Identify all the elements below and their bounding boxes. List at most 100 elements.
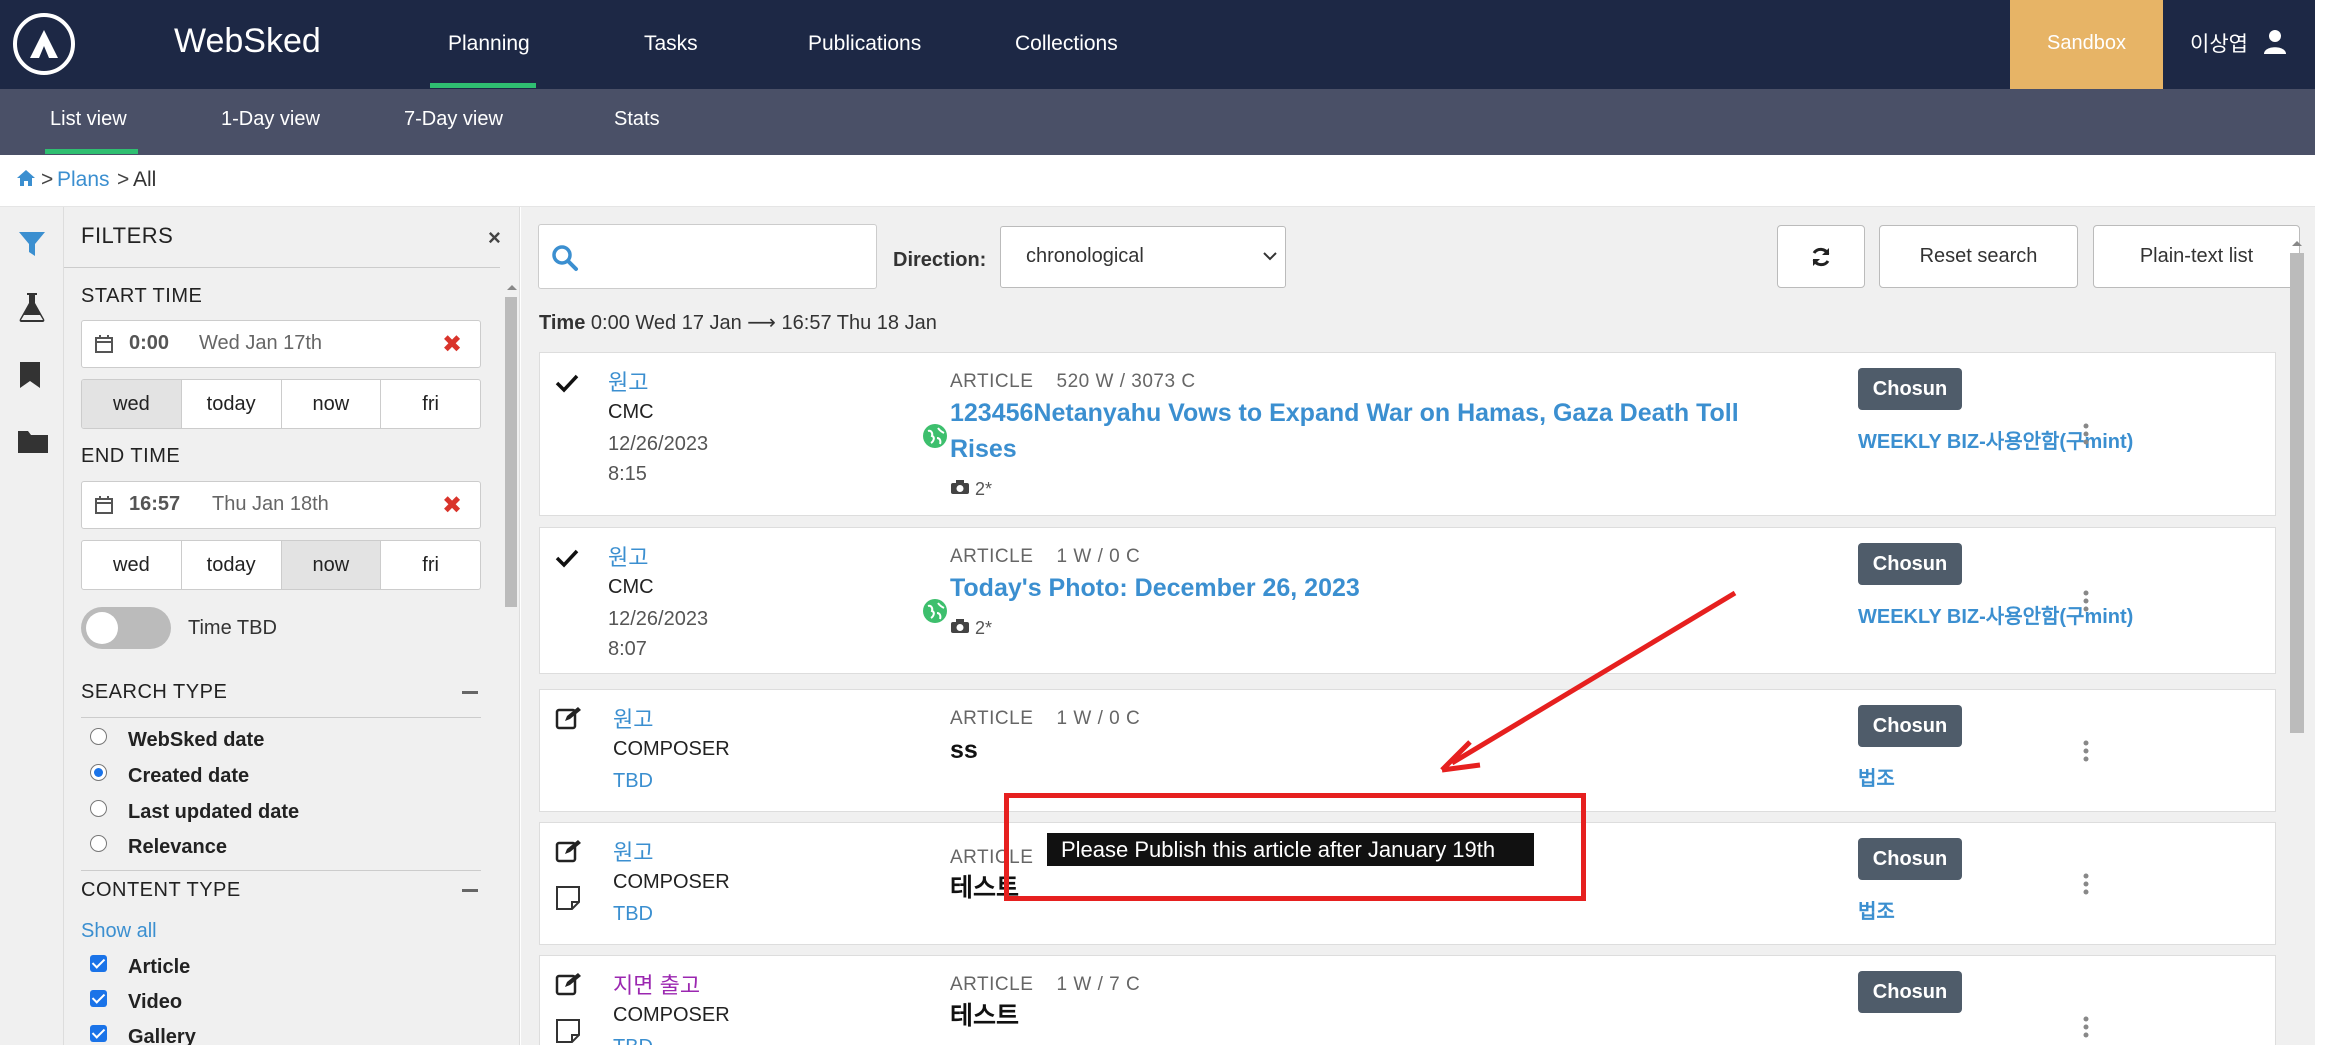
- reset-search-button[interactable]: Reset search: [1879, 225, 2078, 288]
- start-preset-now[interactable]: now: [282, 380, 382, 428]
- user-icon[interactable]: [2263, 29, 2287, 55]
- tab-7-day-view[interactable]: 7-Day view: [404, 108, 503, 131]
- item-title[interactable]: 테스트: [950, 998, 1800, 1034]
- word-count: 1 W / 0 C: [1056, 708, 1141, 729]
- more-options-icon[interactable]: [2083, 740, 2089, 762]
- filters-title: FILTERS: [81, 223, 174, 248]
- nav-collections[interactable]: Collections: [1015, 32, 1118, 56]
- radio-label-created-date: Created date: [128, 765, 250, 787]
- item-title[interactable]: 123456Netanyahu Vows to Expand War on Ha…: [950, 395, 1800, 467]
- section-link[interactable]: WEEKLY BIZ-사용안함(구mint): [1858, 425, 2133, 454]
- clear-end-time-icon[interactable]: ✖: [442, 491, 462, 520]
- app-brand[interactable]: WebSked: [174, 22, 321, 61]
- end-preset-wed[interactable]: wed: [82, 541, 182, 589]
- radio-last-updated-date[interactable]: [90, 800, 107, 817]
- divider: [64, 267, 500, 268]
- edit-icon: [555, 707, 581, 730]
- tab-1-day-view[interactable]: 1-Day view: [221, 108, 320, 131]
- start-preset-wed[interactable]: wed: [82, 380, 182, 428]
- radio-label-last-updated-date: Last updated date: [128, 801, 300, 823]
- tab-list-view[interactable]: List view: [50, 108, 127, 131]
- scrollbar-thumb[interactable]: [2290, 253, 2304, 733]
- section-link[interactable]: WEEKLY BIZ-사용안함(구mint): [1858, 600, 2133, 629]
- start-time-input[interactable]: 0:00 Wed Jan 17th ✖: [81, 320, 481, 368]
- word-count: 1 W / 7 C: [1056, 974, 1141, 995]
- divider: [81, 717, 481, 718]
- top-nav: WebSked Planning Tasks Publications Coll…: [0, 0, 2315, 89]
- origin: CMC: [608, 401, 654, 423]
- start-preset-today[interactable]: today: [182, 380, 282, 428]
- user-name[interactable]: 이상엽: [2190, 28, 2248, 58]
- main-scrollbar[interactable]: [2286, 235, 2308, 1045]
- nav-planning[interactable]: Planning: [448, 32, 530, 56]
- content-type: ARTICLE: [950, 974, 1034, 995]
- search-input[interactable]: [538, 224, 877, 289]
- direction-value: chronological: [1026, 245, 1144, 267]
- content-type: ARTICLE: [950, 708, 1034, 729]
- show-all-link[interactable]: Show all: [81, 920, 157, 943]
- origin: COMPOSER: [613, 871, 730, 893]
- start-preset-fri[interactable]: fri: [381, 380, 480, 428]
- edit-icon: [555, 973, 581, 996]
- end-time-label: END TIME: [81, 445, 181, 467]
- sandbox-button[interactable]: Sandbox: [2010, 0, 2163, 89]
- section-link[interactable]: 법조: [1858, 762, 1895, 791]
- check-icon: [555, 374, 579, 393]
- filter-icon[interactable]: [17, 229, 47, 259]
- divider: [81, 870, 481, 871]
- start-time-value: 0:00: [129, 332, 170, 354]
- section-link[interactable]: 법조: [1858, 895, 1895, 924]
- source-link[interactable]: 원고: [608, 365, 648, 397]
- scroll-up-icon[interactable]: [505, 282, 519, 292]
- end-preset-today[interactable]: today: [182, 541, 282, 589]
- list-item[interactable]: 지면 출고 COMPOSER TBD ARTICLE 1 W / 7 C 테스트…: [539, 955, 2276, 1045]
- flask-icon[interactable]: [17, 291, 47, 323]
- more-options-icon[interactable]: [2083, 590, 2089, 612]
- time-tbd-toggle[interactable]: [81, 607, 171, 649]
- collapse-content-type-icon[interactable]: [462, 889, 478, 892]
- folder-icon[interactable]: [17, 428, 49, 454]
- source-link[interactable]: 지면 출고: [613, 968, 700, 1000]
- direction-select[interactable]: chronological: [1000, 226, 1286, 288]
- item-title[interactable]: Today's Photo: December 26, 2023: [950, 570, 1800, 606]
- list-item[interactable]: 원고 CMC 12/26/2023 8:15 ARTICLE 520 W / 3…: [539, 352, 2276, 516]
- more-options-icon[interactable]: [2083, 873, 2089, 895]
- end-preset-now[interactable]: now: [281, 541, 382, 589]
- refresh-icon: [1812, 247, 1830, 267]
- checkbox-article[interactable]: [90, 955, 107, 972]
- filters-scrollbar[interactable]: [500, 277, 520, 1045]
- end-time-input[interactable]: 16:57 Thu Jan 18th ✖: [81, 481, 481, 529]
- tab-stats[interactable]: Stats: [614, 108, 660, 131]
- logo[interactable]: [13, 13, 75, 75]
- end-preset-fri[interactable]: fri: [381, 541, 480, 589]
- clear-start-time-icon[interactable]: ✖: [442, 330, 462, 359]
- source-link[interactable]: 원고: [613, 702, 653, 734]
- list-item[interactable]: 원고 CMC 12/26/2023 8:07 ARTICLE 1 W / 0 C…: [539, 527, 2276, 674]
- home-icon[interactable]: [16, 169, 36, 187]
- more-options-icon[interactable]: [2083, 1016, 2089, 1038]
- nav-publications[interactable]: Publications: [808, 32, 921, 56]
- source-link[interactable]: 원고: [608, 540, 648, 572]
- checkbox-video[interactable]: [90, 990, 107, 1007]
- nav-tasks[interactable]: Tasks: [644, 32, 698, 56]
- scroll-up-icon[interactable]: [2290, 238, 2304, 248]
- source-link[interactable]: 원고: [613, 835, 653, 867]
- radio-websked-date[interactable]: [90, 728, 107, 745]
- radio-relevance[interactable]: [90, 835, 107, 852]
- time-range-value: 0:00 Wed 17 Jan ⟶ 16:57 Thu 18 Jan: [590, 312, 937, 334]
- radio-created-date[interactable]: [90, 764, 107, 781]
- item-title[interactable]: ss: [950, 732, 1800, 768]
- breadcrumb-plans-link[interactable]: Plans: [57, 168, 110, 192]
- scrollbar-thumb[interactable]: [505, 297, 517, 607]
- refresh-button[interactable]: [1777, 225, 1865, 288]
- close-icon[interactable]: ×: [488, 225, 501, 251]
- content-type-title: CONTENT TYPE: [81, 879, 241, 901]
- more-options-icon[interactable]: [2083, 423, 2089, 445]
- collapse-search-type-icon[interactable]: [462, 691, 478, 694]
- checkbox-gallery[interactable]: [90, 1025, 107, 1042]
- date-tbd: TBD: [613, 770, 653, 792]
- bookmark-icon[interactable]: [17, 360, 43, 390]
- breadcrumb-separator: >: [41, 168, 54, 191]
- content-type: ARTICLE: [950, 371, 1034, 392]
- plain-text-list-button[interactable]: Plain-text list: [2093, 225, 2300, 288]
